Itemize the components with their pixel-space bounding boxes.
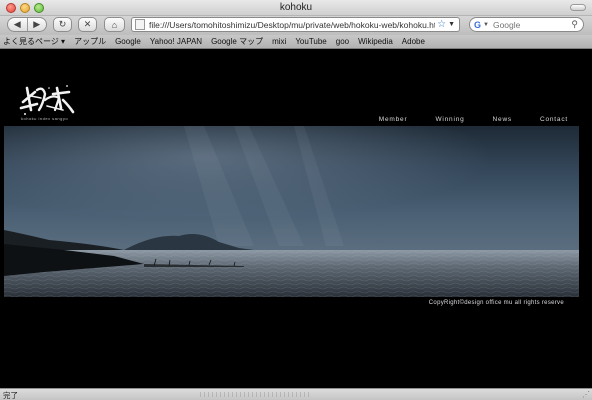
file-page-icon: [135, 19, 145, 30]
copyright-notice: CopyRight©design office mu all rights re…: [428, 300, 564, 306]
site-navigation: Member Winning News Contact: [351, 116, 568, 123]
bookmark-most-visited[interactable]: よく見るページ ▾: [3, 36, 65, 47]
bookmark-google-maps[interactable]: Google マップ: [211, 36, 263, 47]
statusbar-grip: [200, 392, 310, 397]
bookmark-goo[interactable]: goo: [336, 37, 349, 46]
window-resize-handle[interactable]: ⋰: [582, 390, 590, 399]
nav-link-news[interactable]: News: [493, 116, 512, 123]
url-text[interactable]: file:///Users/tomohitoshimizu/Desktop/mu…: [149, 20, 435, 30]
home-button[interactable]: ⌂: [104, 17, 125, 32]
browser-statusbar: 完了 ⋰: [0, 388, 592, 400]
status-text: 完了: [3, 391, 18, 400]
search-bar[interactable]: G ▼ ⚲: [469, 17, 584, 32]
bookmark-youtube[interactable]: YouTube: [295, 37, 326, 46]
nav-link-winning[interactable]: Winning: [435, 116, 464, 123]
stop-button[interactable]: ✕: [78, 17, 97, 32]
bookmarks-bar: よく見るページ ▾ アップル Google Yahoo! JAPAN Googl…: [0, 35, 592, 49]
lake-hero-image: [4, 126, 579, 297]
history-nav-group: ◀ ▶: [7, 17, 47, 32]
nav-link-member[interactable]: Member: [379, 116, 408, 123]
window-title: kohoku: [279, 2, 313, 13]
bookmark-mixi[interactable]: mixi: [272, 37, 286, 46]
search-input[interactable]: [492, 19, 555, 30]
browser-toolbar: ◀ ▶ ↻ ✕ ⌂ file:///Users/tomohitoshimizu/…: [0, 16, 592, 35]
page-content: kohoku index sangyo Member Winning News …: [0, 50, 592, 388]
back-arrow-icon: ◀: [13, 19, 21, 29]
stop-icon: ✕: [83, 19, 92, 29]
bookmark-adobe[interactable]: Adobe: [402, 37, 425, 46]
toolbar-toggle-button[interactable]: [570, 4, 586, 11]
url-dropdown-icon[interactable]: ▼: [448, 21, 455, 28]
forward-button[interactable]: ▶: [26, 18, 47, 31]
window-titlebar: kohoku: [0, 0, 592, 16]
bookmark-star-icon[interactable]: ☆: [437, 19, 446, 30]
address-bar[interactable]: file:///Users/tomohitoshimizu/Desktop/mu…: [131, 17, 460, 32]
logo-subtitle: kohoku index sangyo: [21, 116, 69, 121]
search-engine-dropdown-icon[interactable]: ▼: [483, 22, 489, 28]
bookmark-wikipedia[interactable]: Wikipedia: [358, 37, 393, 46]
nav-link-contact[interactable]: Contact: [540, 116, 568, 123]
search-engine-icon[interactable]: G: [474, 20, 481, 30]
search-icon[interactable]: ⚲: [571, 19, 578, 30]
reload-icon: ↻: [58, 19, 67, 29]
forward-arrow-icon: ▶: [33, 19, 41, 29]
bookmark-google[interactable]: Google: [115, 37, 141, 46]
reload-button[interactable]: ↻: [53, 17, 72, 32]
bookmark-yahoo-japan[interactable]: Yahoo! JAPAN: [150, 37, 202, 46]
back-button[interactable]: ◀: [8, 18, 27, 31]
bookmark-apple[interactable]: アップル: [74, 36, 106, 47]
home-icon: ⌂: [111, 19, 118, 30]
